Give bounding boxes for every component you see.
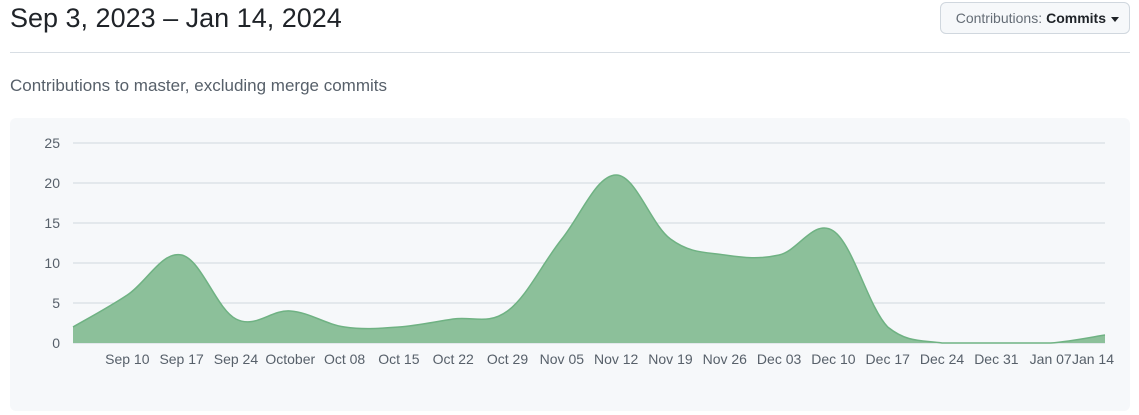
x-tick-label: Nov 19	[648, 351, 693, 367]
x-tick-label: Oct 22	[433, 351, 474, 367]
caret-down-icon	[1111, 16, 1119, 22]
y-axis: 0 5 10 15 20 25	[44, 135, 60, 351]
data-point	[613, 172, 619, 178]
data-point	[559, 236, 565, 242]
x-tick-label: Nov 05	[540, 351, 585, 367]
x-tick-label: Sep 17	[159, 351, 204, 367]
chart-svg: 0 5 10 15 20 25 Sep 10 Sep 17 Sep 24 October Oct …	[44, 135, 1114, 367]
x-tick-label: October	[265, 351, 315, 367]
data-point	[342, 324, 348, 330]
chart-subtitle: Contributions to master, excluding merge…	[10, 76, 387, 95]
y-tick-label: 0	[52, 335, 60, 351]
y-tick-label: 25	[44, 135, 60, 151]
area-layer	[70, 172, 1108, 346]
data-point	[505, 308, 511, 314]
date-range-title: Sep 3, 2023 – Jan 14, 2024	[10, 3, 342, 33]
x-tick-label: Oct 15	[378, 351, 419, 367]
x-tick-label: Dec 10	[811, 351, 856, 367]
data-point	[722, 252, 728, 258]
x-tick-label: Sep 10	[105, 351, 150, 367]
y-tick-label: 20	[44, 175, 60, 191]
y-tick-label: 15	[44, 215, 60, 231]
page-header: Sep 3, 2023 – Jan 14, 2024 Contributions…	[10, 0, 1130, 53]
data-point	[124, 292, 130, 298]
x-tick-label: Jan 14	[1072, 351, 1114, 367]
x-tick-label: Sep 24	[214, 351, 259, 367]
commits-area	[73, 175, 1105, 343]
data-point	[1102, 332, 1108, 338]
x-tick-label: Dec 24	[920, 351, 965, 367]
y-tick-label: 10	[44, 255, 60, 271]
x-tick-label: Oct 29	[487, 351, 528, 367]
data-point	[396, 324, 402, 330]
x-tick-label: Dec 31	[974, 351, 1019, 367]
x-tick-label: Dec 17	[866, 351, 911, 367]
data-point	[70, 324, 76, 330]
contributions-chart: 0 5 10 15 20 25 Sep 10 Sep 17 Sep 24 October Oct …	[10, 118, 1130, 411]
select-label: Contributions:	[955, 10, 1043, 26]
data-point	[287, 308, 293, 314]
data-point	[885, 324, 891, 330]
data-point	[667, 236, 673, 242]
contributions-type-select[interactable]: Contributions: Commits	[939, 2, 1130, 34]
data-point	[993, 340, 999, 346]
x-tick-label: Nov 26	[703, 351, 748, 367]
y-tick-label: 5	[52, 295, 60, 311]
data-point	[776, 252, 782, 258]
data-point	[179, 252, 185, 258]
x-tick-label: Dec 03	[757, 351, 802, 367]
x-axis: Sep 10 Sep 17 Sep 24 October Oct 08 Oct 15 Oct…	[105, 351, 1114, 367]
data-point	[939, 340, 945, 346]
x-tick-label: Nov 12	[594, 351, 639, 367]
x-tick-label: Oct 08	[324, 351, 365, 367]
data-point	[830, 228, 836, 234]
select-value: Commits	[1046, 10, 1106, 26]
data-point	[1048, 340, 1054, 346]
x-tick-label: Jan 07	[1030, 351, 1072, 367]
data-point	[233, 316, 239, 322]
data-point	[450, 316, 456, 322]
